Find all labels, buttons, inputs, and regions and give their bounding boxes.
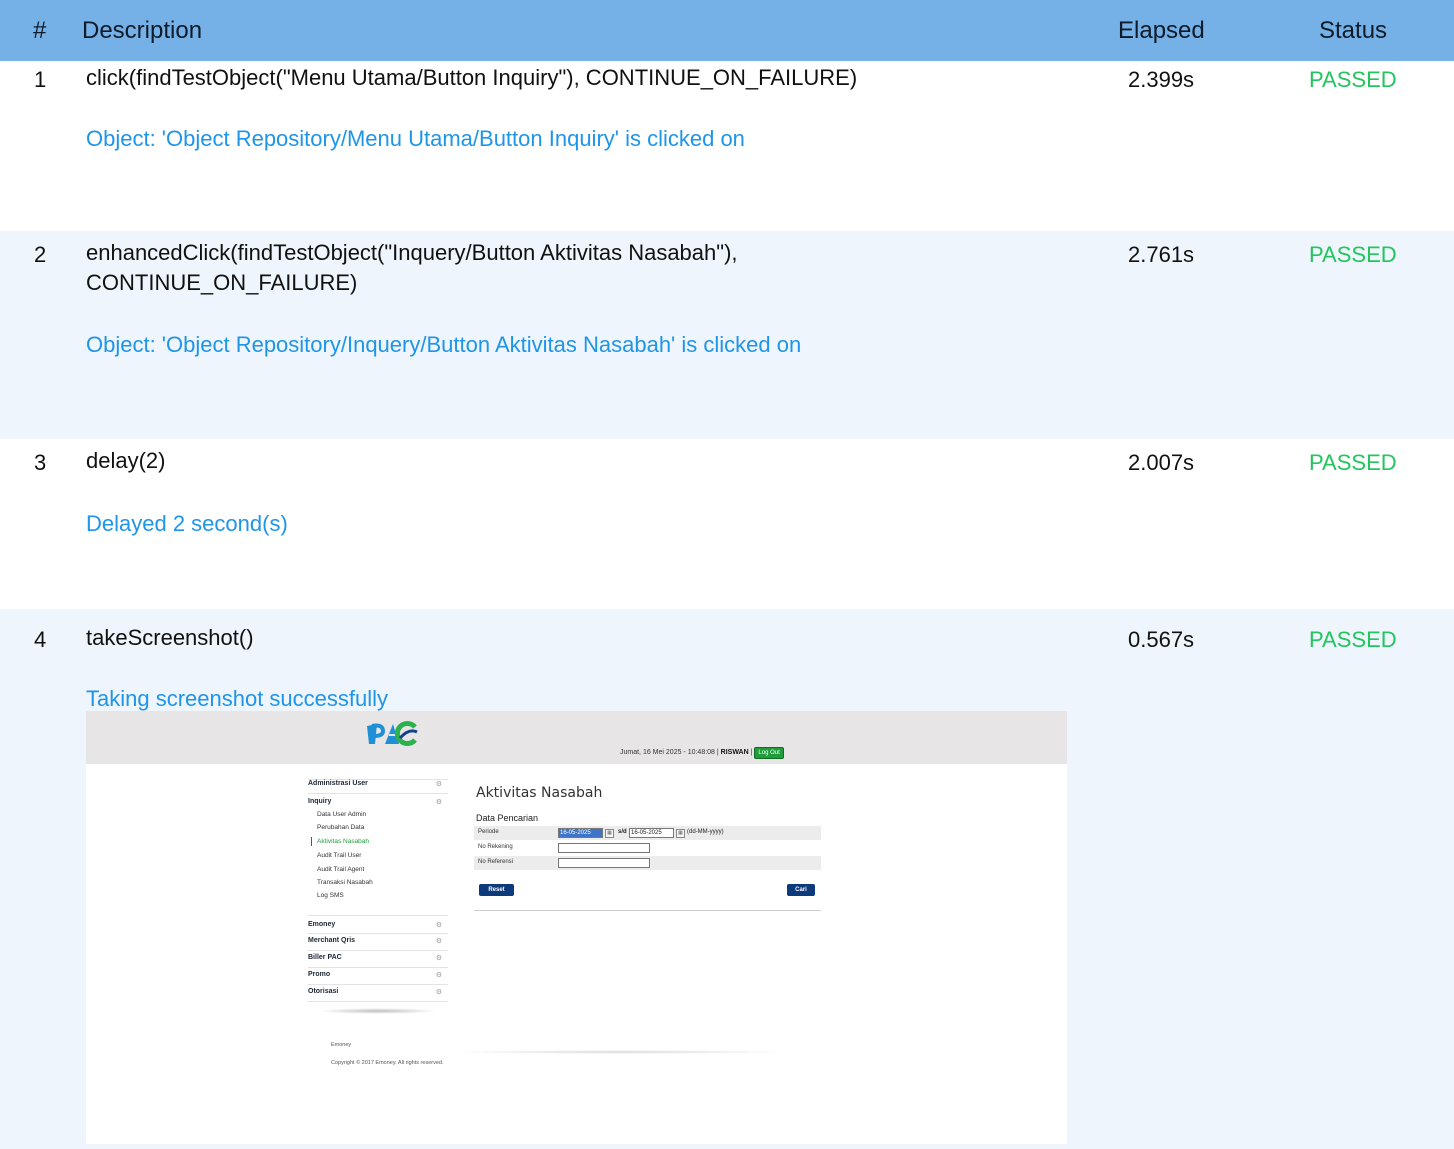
separator: | [750, 749, 753, 756]
reset-button[interactable]: Reset [479, 884, 514, 896]
sidebar-item-otorisasi[interactable]: Otorisasi ⚙ [308, 988, 448, 996]
table-row: 2 enhancedClick(findTestObject("Inquery/… [0, 231, 1454, 439]
username: RISWAN [720, 749, 749, 756]
sidebar-item-label: Inquiry [308, 798, 332, 805]
divider [308, 915, 448, 916]
gear-icon: ⚙ [435, 972, 442, 979]
row-num: 1 [34, 67, 47, 92]
form-row-referensi: No Referensi [474, 856, 821, 870]
sidebar-item-inquiry[interactable]: Inquiry ⚙ [308, 798, 448, 806]
row-status: PASSED [1309, 67, 1397, 92]
row-num: 2 [34, 242, 47, 267]
sidebar-item-label: Emoney [308, 921, 336, 928]
row-description-line2: CONTINUE_ON_FAILURE) [86, 270, 358, 295]
gear-icon: ⚙ [435, 799, 442, 806]
sd-label: s/d [618, 829, 627, 835]
datetime-text: Jumat, 16 Mei 2025 - 10:48:08 | [620, 749, 719, 756]
row-description: click(findTestObject("Menu Utama/Button … [86, 65, 858, 90]
sidebar-item-label: Merchant Qris [308, 937, 356, 944]
divider [308, 933, 448, 934]
row-elapsed: 2.399s [1128, 67, 1195, 92]
sidebar-item-administrasi-user[interactable]: Administrasi User ⚙ [308, 780, 448, 788]
referensi-label: No Referensi [478, 859, 514, 865]
header-elapsed: Elapsed [1118, 17, 1205, 44]
row-description-line1: enhancedClick(findTestObject("Inquery/Bu… [86, 240, 738, 265]
date-to-input[interactable]: 16-05-2025 [629, 828, 674, 838]
row-description: delay(2) [86, 448, 166, 473]
divider [308, 967, 448, 968]
sidebar-shadow [318, 1008, 438, 1014]
calendar-icon[interactable]: ▦ [605, 829, 614, 838]
sidebar-subitem-transaksi-nasabah[interactable]: Transaksi Nasabah [317, 879, 373, 886]
sidebar-subitem-audit-trail-user[interactable]: Audit Trail User [317, 852, 361, 859]
sidebar-item-label: Biller PAC [308, 954, 342, 961]
table-row: 3 delay(2) 2.007s PASSED Delayed 2 secon… [0, 439, 1454, 609]
calendar-icon[interactable]: ▦ [676, 829, 685, 838]
form-row-periode: Periode 16-05-2025 ▦ s/d 16-05-2025 ▦ (d… [474, 826, 821, 840]
row-description: takeScreenshot() [86, 625, 254, 650]
row-log: Object: 'Object Repository/Inquery/Butto… [86, 332, 802, 357]
referensi-input[interactable] [558, 858, 650, 868]
sidebar-subitem-perubahan-data[interactable]: Perubahan Data [317, 824, 364, 831]
row-elapsed: 0.567s [1128, 627, 1195, 652]
footer-shadow [446, 1050, 796, 1054]
row-log: Taking screenshot successfully [86, 686, 389, 711]
sidebar-subitem-aktivitas-nasabah[interactable]: Aktivitas Nasabah [317, 838, 369, 845]
rekening-label: No Rekening [478, 844, 513, 850]
sidebar-item-promo[interactable]: Promo ⚙ [308, 971, 448, 979]
sidebar-item-emoney[interactable]: Emoney ⚙ [308, 921, 448, 929]
form-title: Data Pencarian [476, 813, 539, 823]
form-row-rekening: No Rekening [474, 841, 821, 855]
row-num: 4 [34, 627, 47, 652]
header-description: Description [82, 17, 203, 44]
divider [308, 793, 448, 794]
row-log: Object: 'Object Repository/Menu Utama/Bu… [86, 126, 745, 151]
logout-button[interactable]: Log Out [754, 747, 784, 759]
footer-copyright: Copyright © 2017 Emoney. All rights rese… [331, 1060, 444, 1066]
page-title: Aktivitas Nasabah [476, 785, 603, 801]
app-header [86, 711, 1067, 764]
active-indicator [311, 837, 312, 846]
row-status: PASSED [1309, 242, 1397, 267]
sidebar-item-biller-pac[interactable]: Biller PAC ⚙ [308, 954, 448, 962]
top-info: Jumat, 16 Mei 2025 - 10:48:08 | RISWAN |… [620, 747, 784, 759]
sidebar-item-label: Otorisasi [308, 988, 339, 995]
gear-icon: ⚙ [435, 938, 442, 945]
divider [308, 984, 448, 985]
divider [308, 1001, 448, 1002]
gear-icon: ⚙ [435, 922, 442, 929]
gear-icon: ⚙ [435, 955, 442, 962]
sidebar-item-label: Administrasi User [308, 780, 368, 787]
rekening-input[interactable] [558, 843, 650, 853]
gear-icon: ⚙ [435, 989, 442, 996]
sidebar-item-merchant-qris[interactable]: Merchant Qris ⚙ [308, 937, 448, 945]
footer-brand: Emoney [331, 1042, 352, 1048]
table-header: # Description Elapsed Status [0, 0, 1454, 61]
divider [308, 950, 448, 951]
screenshot-image: Jumat, 16 Mei 2025 - 10:48:08 | RISWAN |… [86, 711, 1067, 1144]
cari-button[interactable]: Cari [787, 884, 815, 896]
divider [474, 910, 821, 911]
row-elapsed: 2.007s [1128, 450, 1195, 475]
periode-label: Periode [478, 829, 499, 835]
header-num: # [33, 17, 47, 44]
row-status: PASSED [1309, 450, 1397, 475]
sidebar-subitem-audit-trail-agent[interactable]: Audit Trail Agent [317, 866, 364, 873]
sidebar-subitem-log-sms[interactable]: Log SMS [317, 892, 344, 899]
row-elapsed: 2.761s [1128, 242, 1195, 267]
date-format-hint: (dd-MM-yyyy) [687, 829, 724, 835]
row-num: 3 [34, 450, 47, 475]
sidebar-item-label: Promo [308, 971, 331, 978]
date-from-input[interactable]: 16-05-2025 [558, 828, 603, 838]
row-log: Delayed 2 second(s) [86, 511, 288, 536]
row-status: PASSED [1309, 627, 1397, 652]
sidebar-subitem-data-user-admin[interactable]: Data User Admin [317, 811, 366, 818]
header-status: Status [1319, 17, 1388, 44]
table-row: 1 click(findTestObject("Menu Utama/Butto… [0, 61, 1454, 231]
gear-icon: ⚙ [435, 781, 442, 788]
pac-logo [367, 721, 418, 746]
